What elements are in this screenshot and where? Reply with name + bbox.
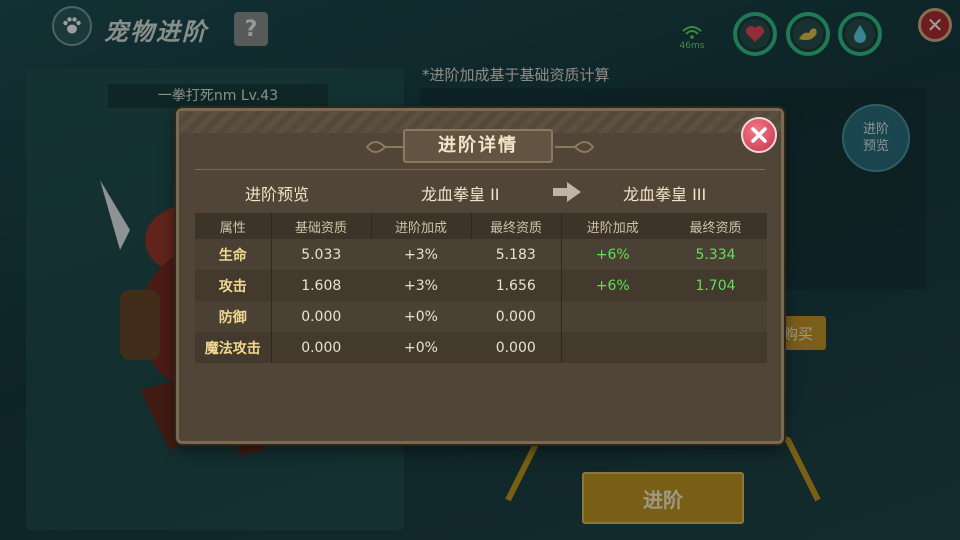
modal-title: 进阶详情: [438, 135, 518, 156]
next-final-value: [664, 301, 767, 332]
base-value: 0.000: [270, 301, 371, 332]
stats-table: 属性 基础资质 进阶加成 最终资质 进阶加成 最终资质 生命 5.033 +3%…: [195, 213, 767, 363]
col-header: 属性: [195, 213, 271, 239]
table-row: 生命 5.033 +3% 5.183 +6% 5.334: [195, 239, 767, 270]
base-value: 0.000: [270, 332, 371, 363]
final-value: 5.183: [471, 239, 561, 270]
table-row: 魔法攻击 0.000 +0% 0.000: [195, 332, 767, 363]
arrow-right-icon: [553, 182, 581, 202]
col-header: 进阶加成: [560, 213, 664, 239]
attr-name: 魔法攻击: [195, 332, 271, 363]
modal-close-button[interactable]: [741, 117, 777, 153]
next-bonus-value: [560, 332, 664, 363]
attr-name: 攻击: [195, 270, 271, 301]
col-header: 最终资质: [664, 213, 767, 239]
next-bonus-value: [560, 301, 664, 332]
advance-details-dialog: 进阶详情 进阶预览 龙血拳皇 II 龙血拳皇 III 属性 基础资质 进阶加成 …: [176, 108, 784, 444]
final-value: 0.000: [471, 301, 561, 332]
col-header: 基础资质: [270, 213, 371, 239]
close-icon: [751, 127, 767, 143]
next-final-value: [664, 332, 767, 363]
table-header-row: 属性 基础资质 进阶加成 最终资质 进阶加成 最终资质: [195, 213, 767, 239]
col-header: 最终资质: [470, 213, 561, 239]
table-row: 防御 0.000 +0% 0.000: [195, 301, 767, 332]
base-value: 1.608: [270, 270, 371, 301]
next-bonus-value: +6%: [560, 270, 664, 301]
bonus-value: +0%: [371, 332, 471, 363]
attr-name: 生命: [195, 239, 271, 270]
bonus-value: +0%: [371, 301, 471, 332]
title-ornament-left: [365, 141, 405, 153]
col-header: 进阶加成: [370, 213, 471, 239]
table-row: 攻击 1.608 +3% 1.656 +6% 1.704: [195, 270, 767, 301]
bonus-value: +3%: [371, 270, 471, 301]
current-stage-name: 龙血拳皇 II: [421, 185, 500, 204]
title-ornament-right: [555, 141, 595, 153]
modal-title-box: 进阶详情: [403, 129, 553, 163]
final-value: 0.000: [471, 332, 561, 363]
base-value: 5.033: [270, 239, 371, 270]
modal-divider: [195, 169, 765, 170]
attr-name: 防御: [195, 301, 271, 332]
advance-preview-label-text: 进阶预览: [245, 185, 310, 204]
next-final-value: 5.334: [664, 239, 767, 270]
next-stage-name: 龙血拳皇 III: [623, 185, 707, 204]
bonus-value: +3%: [371, 239, 471, 270]
next-bonus-value: +6%: [560, 239, 664, 270]
final-value: 1.656: [471, 270, 561, 301]
next-final-value: 1.704: [664, 270, 767, 301]
